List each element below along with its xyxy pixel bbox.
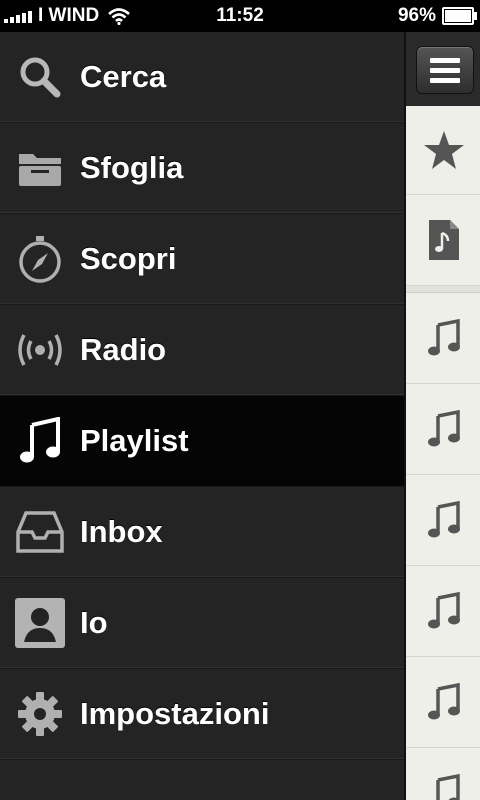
- music-note-icon: [428, 683, 460, 720]
- menu-item-label: Cerca: [80, 59, 167, 94]
- status-right: 96%: [397, 5, 477, 27]
- menu-item-label: Inbox: [80, 514, 163, 549]
- status-bar: I WIND 11:52 96%: [0, 0, 480, 32]
- menu-item-scopri[interactable]: Scopri: [0, 214, 404, 305]
- side-menu: Cerca Sfoglia Scopri Radio Playlist Inbo…: [0, 32, 404, 800]
- menu-item-label: Io: [80, 605, 108, 640]
- menu-item-playlist[interactable]: Playlist: [0, 396, 404, 487]
- playlist-row[interactable]: [406, 657, 480, 748]
- music-note-icon: [428, 501, 460, 538]
- music-note-icon: [14, 415, 66, 467]
- star-icon: [424, 131, 464, 169]
- menu-item-label: Sfoglia: [80, 150, 184, 185]
- radio-icon: [14, 324, 66, 376]
- menu-icon[interactable]: [416, 46, 474, 94]
- playlist-row[interactable]: [406, 748, 480, 800]
- battery-percent: 96%: [397, 5, 436, 26]
- menu-item-cerca[interactable]: Cerca: [0, 32, 404, 123]
- inbox-tray-icon: [14, 506, 66, 558]
- playlist-row[interactable]: [406, 384, 480, 475]
- folder-icon: [14, 142, 66, 194]
- battery-icon: [442, 7, 477, 25]
- playlist-row[interactable]: [406, 566, 480, 657]
- user-profile-icon: [14, 597, 66, 649]
- music-note-icon: [428, 410, 460, 447]
- menu-item-impostazioni[interactable]: Impostazioni: [0, 669, 404, 760]
- menu-item-label: Impostazioni: [80, 696, 270, 731]
- panel-toolbar: [406, 32, 480, 106]
- music-note-icon: [428, 319, 460, 356]
- battery-fill: [445, 10, 471, 22]
- music-note-icon: [428, 592, 460, 629]
- music-note-icon: [436, 774, 460, 800]
- menu-item-label: Radio: [80, 332, 167, 367]
- menu-item-radio[interactable]: Radio: [0, 305, 404, 396]
- menu-item-label: Scopri: [80, 241, 177, 276]
- menu-item-io[interactable]: Io: [0, 578, 404, 669]
- starred-playlist-row[interactable]: [406, 106, 480, 195]
- search-icon: [14, 51, 66, 103]
- menu-item-sfoglia[interactable]: Sfoglia: [0, 123, 404, 214]
- menu-item-label: Playlist: [80, 423, 189, 458]
- music-file-icon: [429, 220, 459, 260]
- playlist-row[interactable]: [406, 475, 480, 566]
- playlist-row[interactable]: [406, 293, 480, 384]
- compass-icon: [14, 233, 66, 285]
- menu-item-inbox[interactable]: Inbox: [0, 487, 404, 578]
- local-files-row[interactable]: [406, 195, 480, 286]
- playlist-panel: [404, 32, 480, 800]
- gear-icon: [14, 688, 66, 740]
- panel-divider: [406, 286, 480, 293]
